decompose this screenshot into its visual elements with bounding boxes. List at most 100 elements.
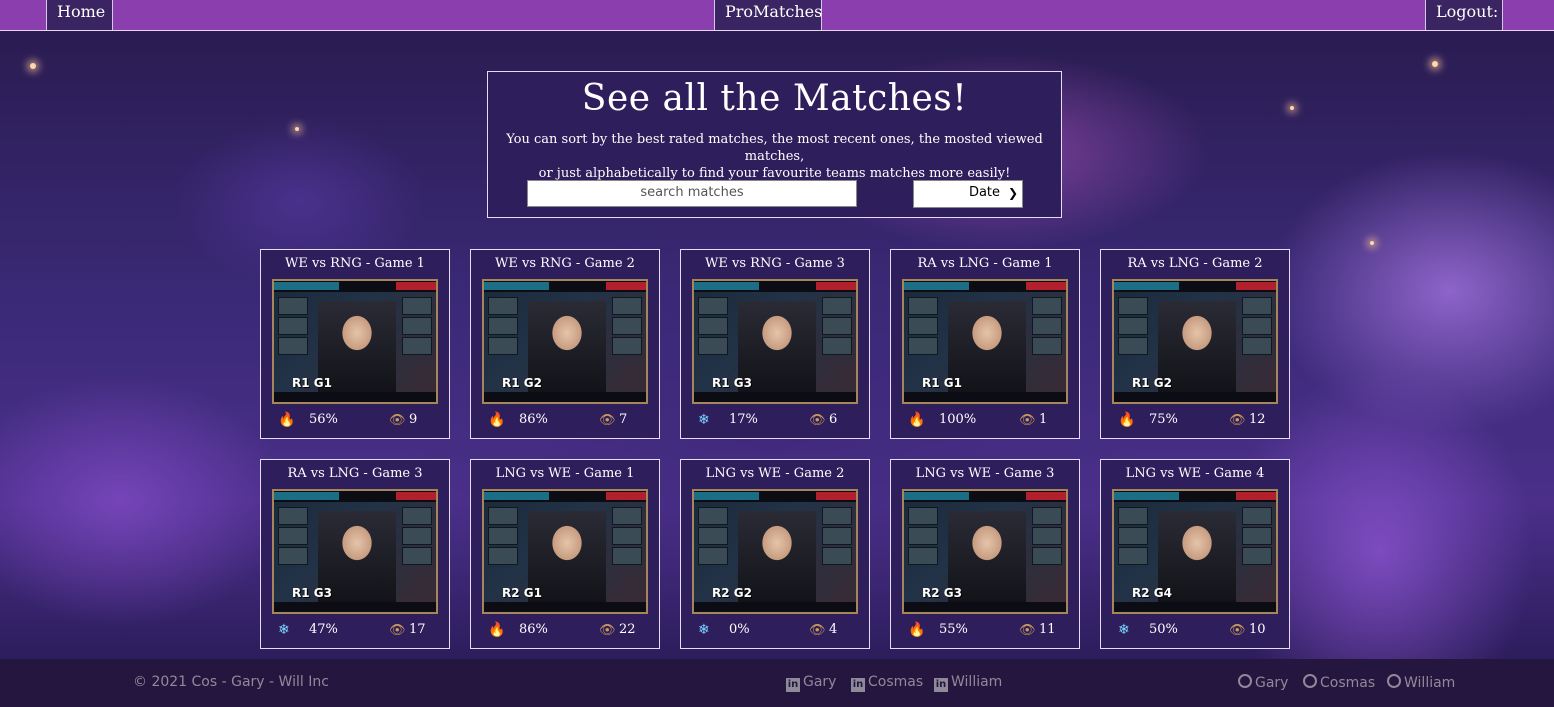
match-rating: 47% [309,622,338,637]
link-label: Gary [1255,675,1289,691]
match-card[interactable]: LNG vs WE - Game 3 R2 G3 🔥 55% 👁 11 [890,459,1080,649]
match-card[interactable]: WE vs RNG - Game 2 R1 G2 🔥 86% 👁 7 [470,249,660,439]
github-link-gary[interactable]: Gary [1238,674,1288,691]
match-title[interactable]: LNG vs WE - Game 4 [1101,466,1289,481]
eye-icon: 👁 [809,413,826,428]
match-thumbnail[interactable]: R2 G2 [692,489,858,614]
top-nav: Home ProMatches Logout: [0,0,1554,31]
linkedin-icon: in [851,678,865,692]
round-game-tag: R2 G4 [1132,586,1172,600]
chevron-down-icon: ❯ [1007,186,1018,200]
match-rating: 100% [939,412,977,427]
match-thumbnail[interactable]: R1 G1 [272,279,438,404]
eye-icon: 👁 [1019,623,1036,638]
match-card[interactable]: LNG vs WE - Game 4 R2 G4 ❄ 50% 👁 10 [1100,459,1290,649]
match-title[interactable]: RA vs LNG - Game 3 [261,466,449,481]
eye-icon: 👁 [1229,413,1246,428]
match-thumbnail[interactable]: R2 G4 [1112,489,1278,614]
match-thumbnail[interactable]: R2 G1 [482,489,648,614]
fire-icon: 🔥 [908,622,926,638]
github-icon [1303,674,1317,688]
eye-icon: 👁 [389,413,406,428]
home-button[interactable]: Home [46,0,113,30]
snowflake-icon: ❄ [698,412,710,428]
match-card[interactable]: WE vs RNG - Game 1 R1 G1 🔥 56% 👁 9 [260,249,450,439]
eye-icon: 👁 [599,623,616,638]
linkedin-link-william[interactable]: in William [934,674,1002,692]
scoreboard-bar [694,491,856,502]
view-count: 4 [829,622,838,637]
match-thumbnail[interactable]: R1 G2 [482,279,648,404]
match-title[interactable]: LNG vs WE - Game 2 [681,466,869,481]
match-card[interactable]: RA vs LNG - Game 1 R1 G1 🔥 100% 👁 1 [890,249,1080,439]
scoreboard-bar [694,281,856,292]
scoreboard-bar [1114,491,1276,502]
link-label: Gary [803,674,837,690]
view-count: 7 [619,412,628,427]
round-game-tag: R1 G2 [1132,376,1172,390]
link-label: William [951,674,1003,690]
match-thumbnail[interactable]: R1 G3 [692,279,858,404]
eye-icon: 👁 [809,623,826,638]
match-card[interactable]: LNG vs WE - Game 1 R2 G1 🔥 86% 👁 22 [470,459,660,649]
match-title[interactable]: WE vs RNG - Game 1 [261,256,449,271]
eye-icon: 👁 [389,623,406,638]
search-input[interactable]: search matches [527,180,857,207]
eye-icon: 👁 [1229,623,1246,638]
match-card[interactable]: RA vs LNG - Game 3 R1 G3 ❄ 47% 👁 17 [260,459,450,649]
fire-icon: 🔥 [908,412,926,428]
sort-select[interactable]: Date ❯ [913,180,1023,208]
scoreboard-bar [1114,281,1276,292]
match-thumbnail[interactable]: R2 G3 [902,489,1068,614]
view-count: 10 [1249,622,1266,637]
match-rating: 55% [939,622,968,637]
match-rating: 17% [729,412,758,427]
brand-button[interactable]: ProMatches [714,0,822,30]
fire-icon: 🔥 [1118,412,1136,428]
match-title[interactable]: RA vs LNG - Game 1 [891,256,1079,271]
scoreboard-bar [904,281,1066,292]
match-thumbnail[interactable]: R1 G3 [272,489,438,614]
scoreboard-bar [484,281,646,292]
snowflake-icon: ❄ [278,622,290,638]
linkedin-link-gary[interactable]: in Gary [786,674,836,692]
github-link-william[interactable]: William [1387,674,1455,691]
match-thumbnail[interactable]: R1 G1 [902,279,1068,404]
scoreboard-bar [274,281,436,292]
view-count: 22 [619,622,636,637]
github-icon [1387,674,1401,688]
match-rating: 75% [1149,412,1178,427]
github-icon [1238,674,1252,688]
round-game-tag: R2 G3 [922,586,962,600]
footer: © 2021 Cos - Gary - Will Inc in Gary in Co… [0,659,1554,707]
match-card[interactable]: LNG vs WE - Game 2 R2 G2 ❄ 0% 👁 4 [680,459,870,649]
scoreboard-bar [484,491,646,502]
view-count: 12 [1249,412,1266,427]
match-rating: 0% [729,622,750,637]
link-label: Cosmas [1320,675,1376,691]
match-title[interactable]: RA vs LNG - Game 2 [1101,256,1289,271]
scoreboard-bar [274,491,436,502]
linkedin-icon: in [934,678,948,692]
description-line: You can sort by the best rated matches, … [506,132,1043,164]
logout-button[interactable]: Logout: [1425,0,1503,30]
link-label: William [1404,675,1456,691]
page-title: See all the Matches! [581,78,968,119]
fire-icon: 🔥 [488,412,506,428]
match-card[interactable]: WE vs RNG - Game 3 R1 G3 ❄ 17% 👁 6 [680,249,870,439]
match-title[interactable]: WE vs RNG - Game 2 [471,256,659,271]
round-game-tag: R2 G2 [712,586,752,600]
match-card[interactable]: RA vs LNG - Game 2 R1 G2 🔥 75% 👁 12 [1100,249,1290,439]
linkedin-icon: in [786,678,800,692]
match-title[interactable]: WE vs RNG - Game 3 [681,256,869,271]
github-link-cosmas[interactable]: Cosmas [1303,674,1375,691]
header-panel: See all the Matches! You can sort by the… [487,71,1062,218]
page-description: You can sort by the best rated matches, … [496,131,1053,182]
match-title[interactable]: LNG vs WE - Game 3 [891,466,1079,481]
match-rating: 56% [309,412,338,427]
match-title[interactable]: LNG vs WE - Game 1 [471,466,659,481]
round-game-tag: R1 G3 [712,376,752,390]
linkedin-link-cosmas[interactable]: in Cosmas [851,674,923,692]
match-thumbnail[interactable]: R1 G2 [1112,279,1278,404]
sort-selected-value: Date [968,185,1001,200]
